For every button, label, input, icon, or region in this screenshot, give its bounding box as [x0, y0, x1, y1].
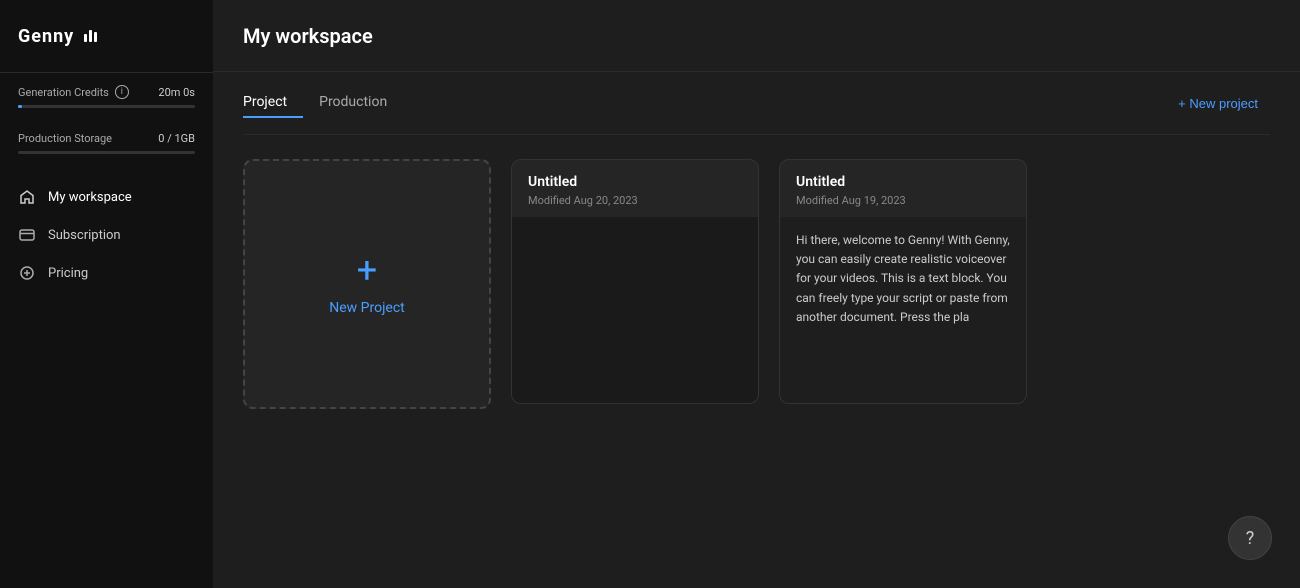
logo-bar-1	[84, 34, 87, 42]
logo-bar-2	[89, 30, 92, 42]
tabs-row: Project Production + New project	[243, 72, 1270, 135]
logo-area: Genny	[0, 0, 213, 72]
tab-project[interactable]: Project	[243, 88, 303, 118]
project-card-untitled-1[interactable]: Untitled Modified Aug 20, 2023	[511, 159, 759, 404]
main-content: My workspace Project Production + New pr…	[213, 0, 1300, 588]
projects-grid: + New Project Untitled Modified Aug 20, …	[243, 159, 1270, 409]
tabs-container: Project Production	[243, 88, 403, 118]
credits-value: 20m 0s	[158, 86, 195, 99]
sidebar-item-pricing-label: Pricing	[48, 266, 88, 281]
content-area: Project Production + New project + New P…	[213, 72, 1300, 588]
storage-label-text: Production Storage	[18, 132, 112, 145]
credits-progress-fill	[18, 105, 22, 108]
project-card-1-date: Modified Aug 20, 2023	[528, 194, 742, 207]
credits-progress-bar	[18, 105, 195, 108]
page-title: My workspace	[243, 24, 373, 48]
card-icon	[18, 226, 36, 244]
storage-value: 0 / 1GB	[158, 132, 195, 145]
sidebar-nav: My workspace Subscription Pricing	[0, 166, 213, 588]
help-button[interactable]: ?	[1228, 516, 1272, 560]
app-logo: Genny	[18, 26, 97, 47]
home-icon	[18, 188, 36, 206]
tag-icon	[18, 264, 36, 282]
storage-label-row: Production Storage 0 / 1GB	[18, 132, 195, 145]
logo-bars-icon	[84, 30, 97, 42]
credits-label-text: Generation Credits	[18, 86, 109, 99]
tab-production[interactable]: Production	[303, 88, 403, 118]
project-card-2-preview: Hi there, welcome to Genny! With Genny, …	[780, 217, 1026, 403]
project-card-2-title: Untitled	[796, 174, 1010, 190]
credits-info-icon[interactable]: i	[115, 85, 129, 99]
sidebar-item-pricing[interactable]: Pricing	[0, 254, 213, 292]
project-card-1-preview	[512, 217, 758, 403]
logo-bar-3	[94, 32, 97, 42]
top-bar: My workspace	[213, 0, 1300, 72]
new-project-header-button[interactable]: + New project	[1166, 90, 1270, 117]
credits-label-row: Generation Credits i 20m 0s	[18, 85, 195, 99]
new-project-label: New Project	[329, 300, 405, 316]
storage-section: Production Storage 0 / 1GB	[0, 120, 213, 166]
plus-icon: +	[357, 252, 377, 288]
sidebar-item-workspace[interactable]: My workspace	[0, 178, 213, 216]
project-card-1-title: Untitled	[528, 174, 742, 190]
project-card-2-header: Untitled Modified Aug 19, 2023	[780, 160, 1026, 217]
storage-progress-bar	[18, 151, 195, 154]
project-card-untitled-2[interactable]: Untitled Modified Aug 19, 2023 Hi there,…	[779, 159, 1027, 404]
sidebar-item-workspace-label: My workspace	[48, 190, 132, 205]
sidebar: Genny Generation Credits i 20m 0s Produc…	[0, 0, 213, 588]
credits-section: Generation Credits i 20m 0s	[0, 72, 213, 120]
sidebar-item-subscription-label: Subscription	[48, 228, 121, 243]
project-card-2-date: Modified Aug 19, 2023	[796, 194, 1010, 207]
sidebar-item-subscription[interactable]: Subscription	[0, 216, 213, 254]
new-project-card[interactable]: + New Project	[243, 159, 491, 409]
project-card-1-header: Untitled Modified Aug 20, 2023	[512, 160, 758, 217]
